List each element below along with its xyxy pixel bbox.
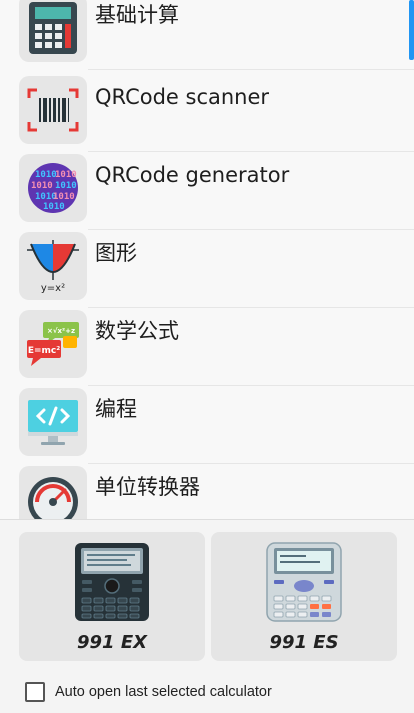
auto-open-label: Auto open last selected calculator	[55, 684, 272, 700]
generator-bits: 1010	[53, 192, 75, 202]
list-item-label: 数学公式	[95, 319, 179, 343]
generator-bits: 1010	[55, 170, 77, 180]
calculator-name: 991 ES	[269, 632, 339, 653]
speedometer-icon	[19, 466, 87, 519]
calculator-selector-panel: 991 EX 991 ES Auto open last selected ca…	[0, 519, 414, 713]
feature-list[interactable]: 基础计算 QRCode scanner 1010 1010 1010 1010 …	[0, 0, 414, 519]
binary-globe-icon: 1010 1010 1010 1010 1010 1010 1010	[19, 154, 87, 222]
list-item-programming[interactable]: 编程	[0, 386, 414, 464]
auto-open-option[interactable]: Auto open last selected calculator	[25, 681, 272, 703]
formula-speech-bubbles-icon: ×√x²+z E=mc²	[19, 310, 87, 378]
calculator-name: 991 EX	[76, 632, 147, 653]
list-item-label: 单位转换器	[95, 475, 200, 499]
list-item-graph[interactable]: y=x² 图形	[0, 230, 414, 308]
list-item-label: QRCode scanner	[95, 85, 270, 109]
formula-main: E=mc²	[28, 346, 60, 356]
formula-small: ×√x²+z	[47, 327, 75, 335]
auto-open-checkbox[interactable]	[25, 682, 45, 702]
app-screen: 基础计算 QRCode scanner 1010 1010 1010 1010 …	[0, 0, 414, 713]
calculator-card-991es[interactable]: 991 ES	[211, 532, 397, 661]
list-item-unit-converter[interactable]: 单位转换器	[0, 464, 414, 519]
list-item-label: 图形	[95, 241, 137, 265]
generator-bits: 1010	[35, 170, 57, 180]
generator-bits: 1010	[43, 202, 65, 212]
graph-formula: y=x²	[41, 283, 65, 294]
list-item-qrcode-generator[interactable]: 1010 1010 1010 1010 1010 1010 1010 QRCod…	[0, 152, 414, 230]
generator-bits: 1010	[31, 181, 53, 191]
generator-bits: 1010	[55, 181, 77, 191]
calculator-991ex-image	[73, 542, 151, 626]
calculator-991es-image	[265, 542, 343, 626]
calculator-icon	[19, 0, 87, 62]
list-item-label: 编程	[95, 397, 137, 421]
calculator-card-991ex[interactable]: 991 EX	[19, 532, 205, 661]
list-item-qrcode-scanner[interactable]: QRCode scanner	[0, 74, 414, 152]
list-scrollbar[interactable]	[409, 0, 414, 60]
barcode-scanner-icon	[19, 76, 87, 144]
list-item-label: 基础计算	[95, 3, 179, 27]
list-item-basic-calculation[interactable]: 基础计算	[0, 0, 414, 70]
list-item-math-formulas[interactable]: ×√x²+z E=mc² 数学公式	[0, 308, 414, 386]
parabola-graph-icon: y=x²	[19, 232, 87, 300]
code-monitor-icon	[19, 388, 87, 456]
list-item-label: QRCode generator	[95, 163, 290, 187]
